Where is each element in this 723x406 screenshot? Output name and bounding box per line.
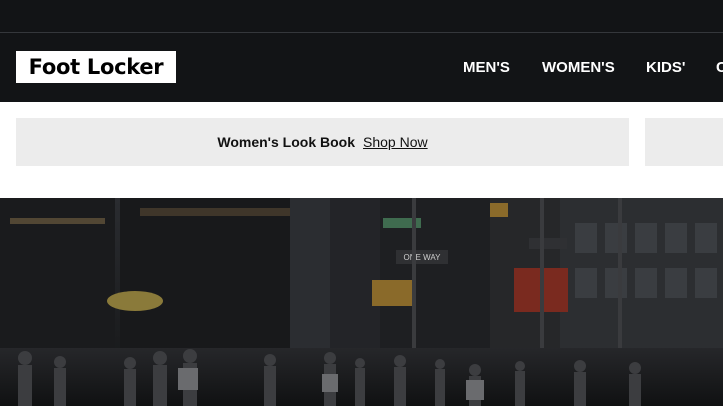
promo-title: Women's Look Book <box>217 134 356 150</box>
utility-bar <box>0 0 723 33</box>
shop-now-link[interactable]: Shop Now <box>363 134 428 150</box>
promo-card-next[interactable] <box>645 118 723 166</box>
logo-text: Foot Locker <box>28 55 164 79</box>
nav-next-item-partial[interactable]: C <box>716 58 723 78</box>
site-header: Foot Locker MEN'S WOMEN'S KIDS' C <box>0 33 723 102</box>
nav-mens[interactable]: MEN'S <box>463 58 510 78</box>
nav-kids[interactable]: KIDS' <box>646 58 685 78</box>
nav-womens[interactable]: WOMEN'S <box>542 58 615 78</box>
one-way-sign-text: ONE WAY <box>404 253 442 262</box>
hero-image[interactable]: ONE WAY <box>0 198 723 406</box>
promo-card-womens-look-book[interactable]: Women's Look Book Shop Now <box>16 118 629 166</box>
page: Foot Locker MEN'S WOMEN'S KIDS' C Women'… <box>0 0 723 406</box>
foot-locker-logo[interactable]: Foot Locker <box>16 51 176 83</box>
hero-photo-illustration: ONE WAY <box>0 198 723 406</box>
promo-carousel: Women's Look Book Shop Now <box>0 102 723 198</box>
